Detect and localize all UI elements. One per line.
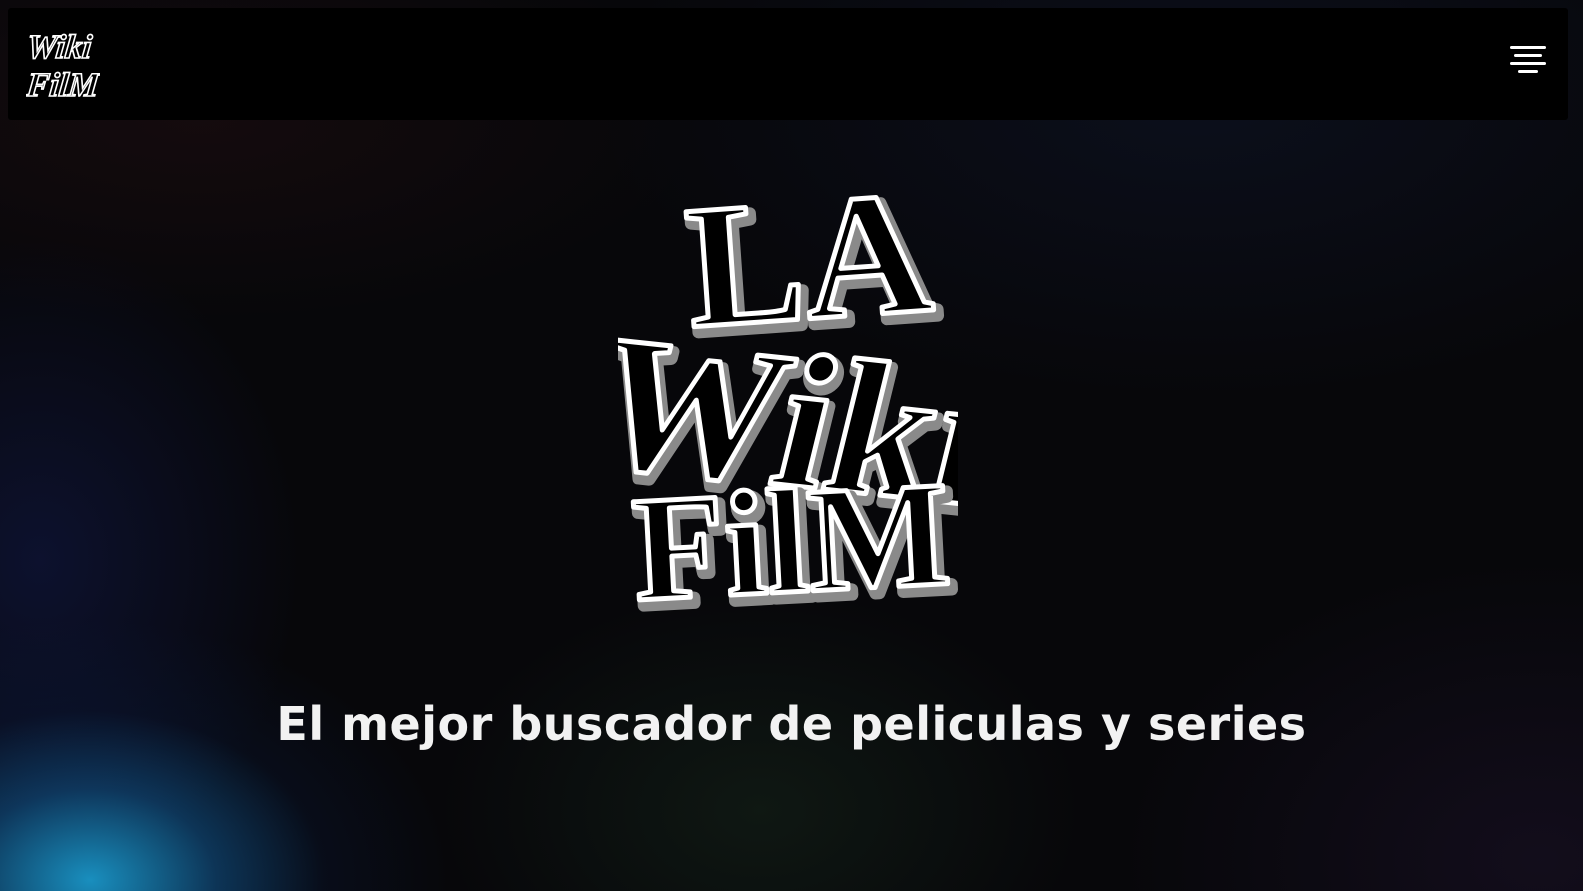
hero-tagline: El mejor buscador de peliculas y series (276, 697, 1307, 751)
nav-logo-line1: Wiki (26, 29, 94, 66)
navbar: Wiki FilM (8, 8, 1568, 120)
wiki-film-logo-small: Wiki FilM (23, 28, 103, 104)
site-logo[interactable]: Wiki FilM (23, 18, 103, 104)
hamburger-menu-icon[interactable] (1508, 44, 1548, 76)
hero-logo-line3: FilM (629, 451, 954, 633)
page: Wiki FilM LA LA Wiki Wiki FilM FilM El m… (0, 0, 1583, 891)
la-wiki-film-logo: LA LA Wiki Wiki FilM FilM (569, 152, 1022, 645)
nav-logo-line2: FilM (26, 67, 100, 102)
hero-logo: LA LA Wiki Wiki FilM FilM (569, 140, 1022, 660)
